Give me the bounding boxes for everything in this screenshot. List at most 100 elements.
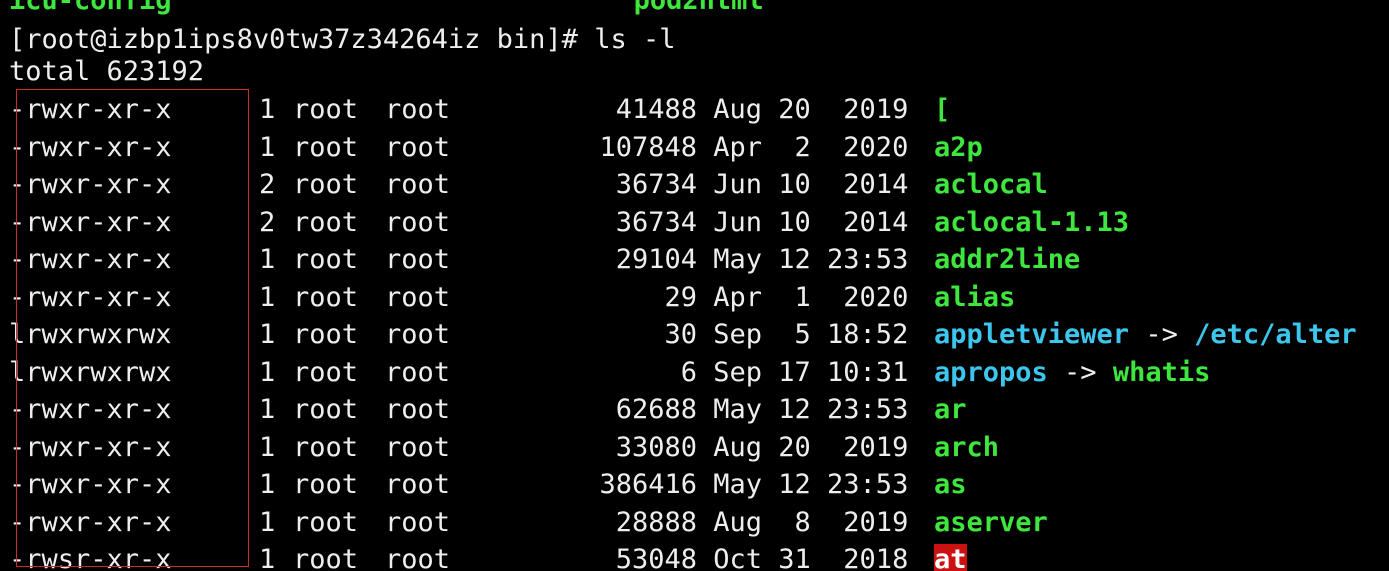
file-row: lrwxrwxrwx 1 root root 30 Sep 5 18:52 appletv… — [9, 316, 1357, 354]
file-permissions: -rwxr-xr-x — [9, 431, 172, 463]
previous-file-right: pod2html — [633, 0, 764, 16]
file-permissions: -rwxr-xr-x — [9, 394, 172, 425]
file-link-count: 1 — [259, 281, 276, 313]
file-name[interactable]: aserver — [934, 507, 1048, 538]
file-date: Oct 31 2018 — [697, 544, 909, 571]
file-owner: root — [293, 394, 359, 425]
file-date: Aug 20 2019 — [697, 94, 909, 125]
file-name[interactable]: at — [934, 544, 967, 571]
file-permissions: lrwxrwxrwx — [9, 319, 172, 350]
file-size: 107848 — [599, 131, 697, 163]
symlink-arrow: -> — [1047, 356, 1113, 388]
file-date: Sep 5 18:52 — [697, 319, 909, 350]
file-name[interactable]: aclocal-1.13 — [934, 207, 1129, 238]
file-owner: root — [293, 244, 359, 275]
file-name[interactable]: addr2line — [934, 244, 1080, 275]
terminal-window[interactable]: icu-config pod2html [root@izbp1ips8v0tw37… — [0, 0, 1389, 571]
file-row: -rwxr-xr-x 1 root root 41488 Aug 20 2019 [ — [9, 91, 950, 129]
file-name[interactable]: apropos — [934, 357, 1048, 388]
previous-file-left: icu-config — [9, 0, 172, 16]
file-row: -rwxr-xr-x 1 root root 33080 Aug 20 2019 arch — [9, 429, 999, 467]
file-group: root — [385, 394, 451, 425]
file-link-count: 1 — [259, 319, 276, 350]
file-name[interactable]: ar — [934, 394, 967, 425]
file-owner: root — [293, 431, 359, 463]
file-group: root — [385, 131, 451, 163]
file-group: root — [385, 94, 451, 125]
file-name[interactable]: appletviewer — [934, 319, 1129, 350]
file-owner: root — [293, 544, 359, 571]
total-line: total 623192 — [9, 56, 205, 87]
file-group: root — [385, 356, 451, 388]
file-owner: root — [293, 469, 359, 500]
file-date: May 12 23:53 — [697, 244, 909, 275]
file-size: 53048 — [615, 544, 697, 571]
file-group: root — [385, 544, 451, 571]
file-date: Apr 2 2020 — [697, 131, 909, 163]
file-row: -rwxr-xr-x 1 root root 386416 May 12 23:53 as — [9, 466, 967, 504]
file-size: 30 — [664, 319, 697, 350]
file-permissions: -rwxr-xr-x — [9, 169, 172, 200]
symlink-arrow: -> — [1129, 319, 1195, 350]
file-group: root — [385, 431, 451, 463]
file-link-count: 2 — [259, 206, 276, 238]
file-permissions: -rwxr-xr-x — [9, 244, 172, 275]
file-permissions: -rwsr-xr-x — [9, 544, 172, 571]
file-size: 6 — [680, 356, 697, 388]
file-name[interactable]: a2p — [934, 132, 983, 163]
file-name[interactable]: alias — [934, 282, 1015, 313]
file-link-count: 1 — [259, 431, 276, 463]
file-owner: root — [293, 131, 359, 163]
file-date: May 12 23:53 — [697, 394, 909, 425]
file-name[interactable]: aclocal — [934, 169, 1048, 200]
file-link-count: 1 — [259, 356, 276, 388]
file-owner: root — [293, 169, 359, 200]
file-link-count: 1 — [259, 469, 276, 500]
file-group: root — [385, 506, 451, 538]
file-link-count: 2 — [259, 169, 276, 200]
file-owner: root — [293, 319, 359, 350]
file-size: 36734 — [615, 206, 697, 238]
file-permissions: -rwxr-xr-x — [9, 94, 172, 125]
file-date: Jun 10 2014 — [697, 169, 909, 200]
file-link-count: 1 — [259, 544, 276, 571]
symlink-target: whatis — [1112, 356, 1211, 388]
file-row: -rwxr-xr-x 1 root root 107848 Apr 2 2020 a2p — [9, 129, 983, 167]
file-link-count: 1 — [259, 394, 276, 425]
file-owner: root — [293, 206, 359, 238]
file-row: -rwxr-xr-x 1 root root 28888 Aug 8 2019 aserv… — [9, 504, 1048, 542]
file-row: -rwsr-xr-x 1 root root 53048 Oct 31 2018 at — [9, 541, 967, 571]
file-group: root — [385, 206, 451, 238]
file-size: 29 — [664, 281, 697, 313]
file-group: root — [385, 244, 451, 275]
file-row: -rwxr-xr-x 2 root root 36734 Jun 10 2014 aclo… — [9, 204, 1129, 242]
file-owner: root — [293, 94, 359, 125]
file-name[interactable]: [ — [934, 94, 950, 125]
file-owner: root — [293, 506, 359, 538]
previous-output-line: icu-config pod2html — [9, 0, 764, 20]
file-permissions: -rwxr-xr-x — [9, 131, 172, 163]
file-date: Sep 17 10:31 — [697, 356, 909, 388]
file-size: 28888 — [615, 506, 697, 538]
file-row: lrwxrwxrwx 1 root root 6 Sep 17 10:31 apropos… — [9, 354, 1210, 392]
file-row: -rwxr-xr-x 1 root root 29104 May 12 23:53 add… — [9, 241, 1080, 279]
file-permissions: lrwxrwxrwx — [9, 356, 172, 388]
file-date: May 12 23:53 — [697, 469, 909, 500]
file-row: -rwxr-xr-x 1 root root 29 Apr 1 2020 alias — [9, 279, 1015, 317]
file-permissions: -rwxr-xr-x — [9, 469, 172, 500]
file-group: root — [385, 281, 451, 313]
file-row: -rwxr-xr-x 2 root root 36734 Jun 10 2014 aclo… — [9, 166, 1048, 204]
file-size: 386416 — [599, 469, 697, 500]
file-name[interactable]: as — [934, 469, 967, 500]
file-group: root — [385, 169, 451, 200]
file-size: 41488 — [615, 94, 697, 125]
file-date: Jun 10 2014 — [697, 206, 909, 238]
file-link-count: 1 — [259, 94, 276, 125]
file-permissions: -rwxr-xr-x — [9, 281, 172, 313]
file-link-count: 1 — [259, 244, 276, 275]
file-size: 29104 — [615, 244, 697, 275]
file-link-count: 1 — [259, 131, 276, 163]
file-link-count: 1 — [259, 506, 276, 538]
file-name[interactable]: arch — [934, 432, 999, 463]
file-permissions: -rwxr-xr-x — [9, 206, 172, 238]
